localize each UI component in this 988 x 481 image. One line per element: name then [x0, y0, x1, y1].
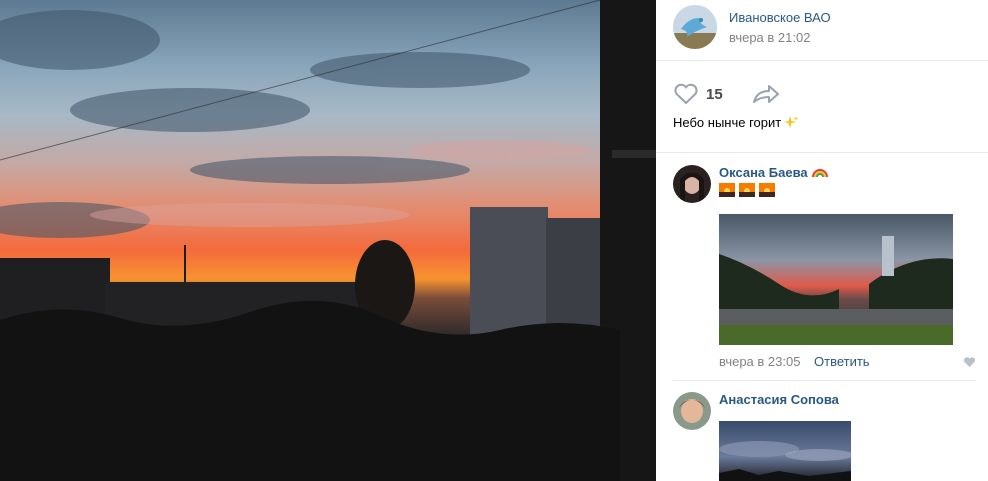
post-actions: 15	[656, 78, 988, 112]
dove-logo-icon	[673, 5, 717, 49]
sunset-emoji	[739, 183, 755, 197]
post-timestamp[interactable]: вчера в 21:02	[729, 30, 810, 45]
post-header: Ивановское ВАО вчера в 21:02	[656, 0, 988, 61]
post-photo[interactable]	[0, 0, 656, 481]
comment-divider	[673, 380, 976, 381]
sparkles-emoji	[783, 116, 799, 128]
heart-icon[interactable]	[963, 356, 976, 368]
post-panel: Ивановское ВАО вчера в 21:02 15 Небо нын…	[656, 0, 988, 481]
group-avatar[interactable]	[673, 5, 717, 49]
like-count: 15	[706, 86, 723, 103]
comment-attached-photo[interactable]	[719, 421, 851, 481]
post-text-content: Небо нынче горит	[673, 115, 782, 130]
comment-avatar[interactable]	[673, 165, 711, 203]
avatar-photo	[673, 165, 711, 203]
comment-avatar[interactable]	[673, 392, 711, 430]
comment-author[interactable]: Оксана Баева	[719, 165, 828, 180]
group-name-link[interactable]: Ивановское ВАО	[729, 10, 831, 25]
rainbow-emoji	[811, 169, 828, 178]
comment-timestamp[interactable]: вчера в 23:05	[719, 354, 800, 369]
comment-emoji-row	[719, 183, 779, 199]
post-text: Небо нынче горит	[673, 115, 799, 130]
sunset-emoji	[719, 183, 735, 197]
heart-icon[interactable]	[673, 83, 699, 105]
share-arrow-icon[interactable]	[751, 82, 781, 106]
section-divider	[656, 152, 988, 153]
reply-button[interactable]: Ответить	[814, 354, 870, 369]
comment-author-name[interactable]: Анастасия Сопова	[719, 392, 839, 407]
comment-author-name[interactable]: Оксана Баева	[719, 165, 808, 180]
sunset-emoji	[759, 183, 775, 197]
avatar-photo	[673, 392, 711, 430]
sunset-scene	[0, 0, 656, 481]
road-sunset-photo	[719, 214, 953, 345]
cloudy-sky-photo	[719, 421, 851, 481]
comment-attached-photo[interactable]	[719, 214, 953, 345]
